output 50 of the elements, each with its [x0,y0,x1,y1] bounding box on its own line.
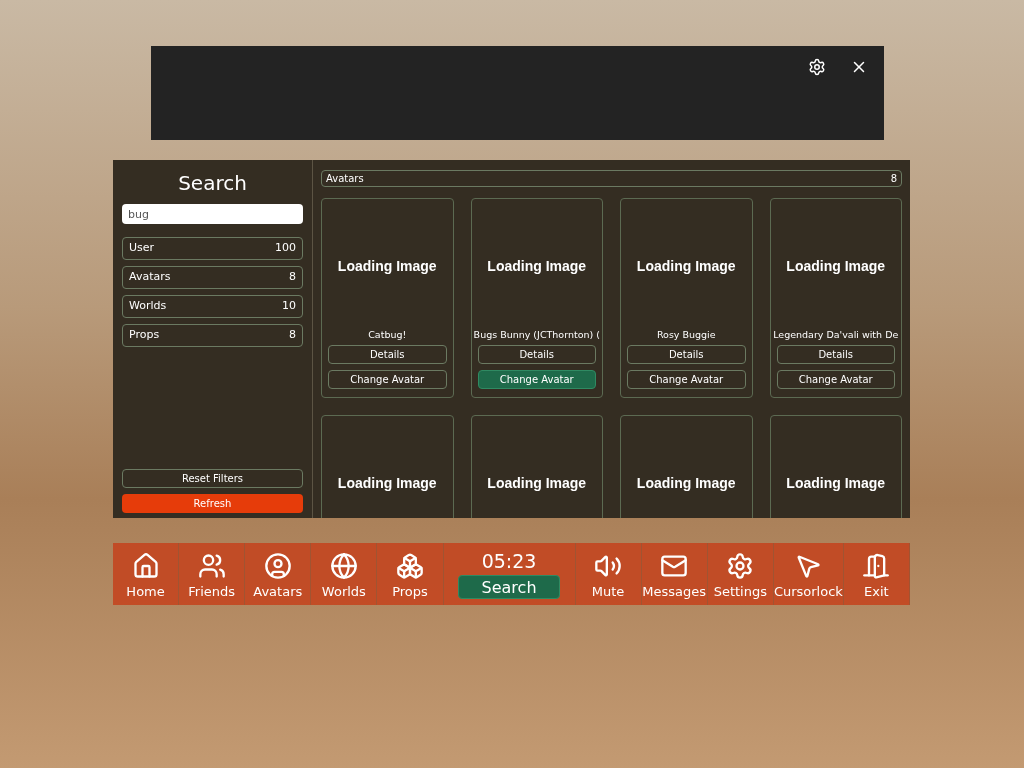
loading-image-text: Loading Image [636,257,736,276]
change-avatar-button[interactable]: Change Avatar [776,370,895,389]
nav-button[interactable]: Worlds [311,543,378,605]
nav-button[interactable]: Home [113,543,180,605]
exit-door-icon [862,551,891,580]
panel-title: Search [177,170,248,197]
avatar-name: Legendary Da'vali with De [773,327,899,342]
category-filter[interactable]: User 100 [122,237,303,260]
change-avatar-button[interactable]: Change Avatar [627,370,746,389]
avatar-name: Rosy Buggie [656,327,716,342]
nav-button[interactable]: Friends [179,543,246,605]
category-filter[interactable]: Avatars 8 [122,266,303,289]
person-circle-icon [263,551,292,580]
loading-image-text: Loading Image [337,474,437,493]
house-icon [131,551,160,580]
nav-button[interactable]: Mute [575,543,642,605]
settings-button[interactable] [808,58,826,76]
change-avatar-button[interactable]: Change Avatar [477,370,596,389]
loading-image-text: Loading Image [487,257,587,276]
reset-filters-button[interactable]: Reset Filters [122,469,303,488]
nav-button[interactable]: Cursorlock [773,543,844,605]
search-field[interactable]: bug [122,204,303,224]
search-nav-button[interactable]: Search [458,575,561,599]
people-icon [197,551,226,580]
loading-image-text: Loading Image [636,474,736,493]
details-button[interactable]: Details [328,345,447,364]
avatar-name: Bugs Bunny (JCThornton) ( [473,327,600,342]
refresh-button[interactable]: Refresh [122,494,303,513]
avatar-name: Catbug! [368,327,407,342]
nav-button[interactable]: Settings [707,543,774,605]
clock-text: 05:23 [481,552,537,571]
category-filter[interactable]: Props 8 [122,324,303,347]
settings-icon [726,551,755,580]
details-button[interactable]: Details [776,345,895,364]
nav-button[interactable]: Props [377,543,444,605]
results-category: Avatars [326,172,364,186]
nav-button[interactable]: Avatars [245,543,312,605]
globe-icon [329,551,358,580]
details-button[interactable]: Details [627,345,746,364]
nav-button[interactable]: Exit [843,543,910,605]
nav-button[interactable]: Messages [641,543,708,605]
loading-image-text: Loading Image [487,474,587,493]
category-filter[interactable]: Worlds 10 [122,295,303,318]
cubes-icon [396,551,424,580]
loading-image-text: Loading Image [786,474,886,493]
details-button[interactable]: Details [477,345,596,364]
change-avatar-button[interactable]: Change Avatar [328,370,447,389]
loading-image-text: Loading Image [337,257,437,276]
results-count: 8 [890,172,897,186]
loading-image-text: Loading Image [786,257,886,276]
